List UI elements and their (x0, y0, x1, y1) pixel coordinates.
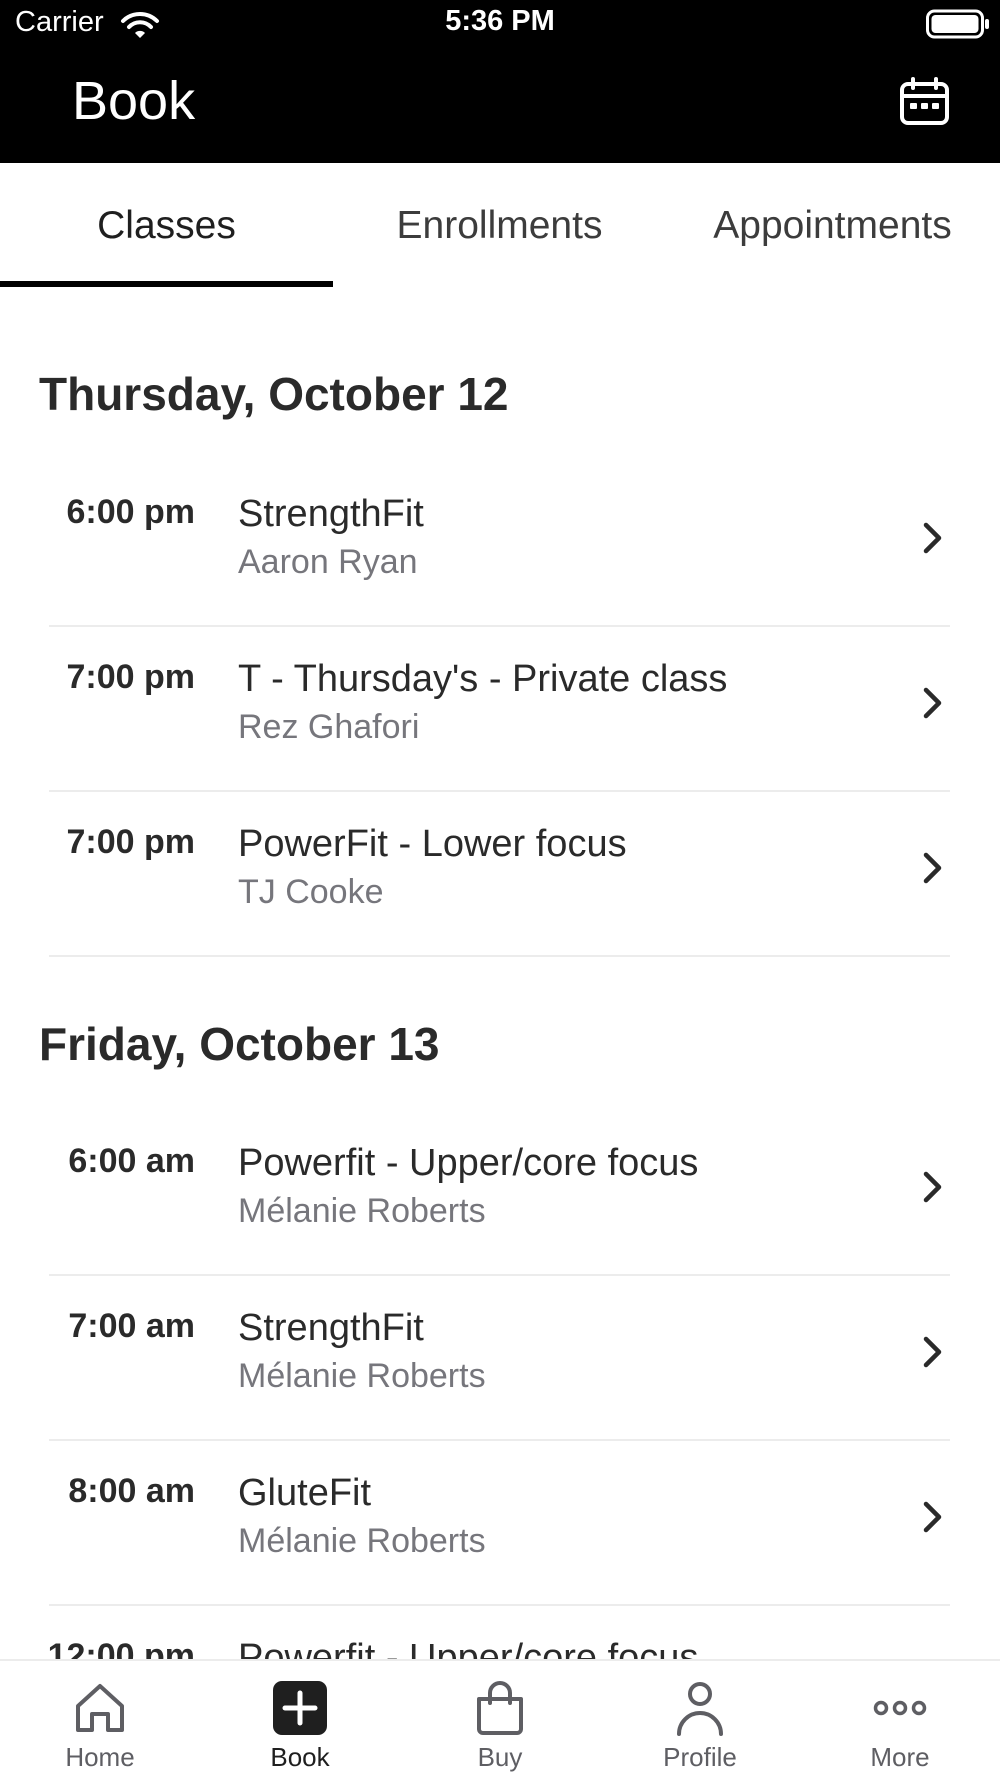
tab-label: Enrollments (396, 204, 603, 247)
chevron-right-icon (923, 852, 942, 884)
class-row[interactable]: 6:00 am Powerfit - Upper/core focus Méla… (0, 1111, 1000, 1276)
class-time: 6:00 pm (66, 493, 196, 531)
row-separator (49, 955, 950, 957)
book-screen: Carrier 5:36 PM Book Classes Enrollments… (0, 0, 1000, 1778)
class-name: GluteFit (238, 1472, 372, 1514)
tab-enrollments[interactable]: Enrollments (333, 163, 666, 291)
battery-icon (926, 9, 990, 39)
bottom-nav-label: Profile (663, 1742, 737, 1772)
class-row[interactable]: 7:00 pm T - Thursday's - Private class R… (0, 627, 1000, 792)
class-instructor: Aaron Ryan (238, 543, 418, 581)
class-list[interactable]: Thursday, October 12 6:00 pm StrengthFit… (0, 291, 1000, 1659)
class-name: T - Thursday's - Private class (238, 658, 728, 700)
tab-label: Appointments (713, 204, 952, 247)
class-time: 12:00 pm (47, 1637, 195, 1659)
bottom-nav-label: Home (65, 1742, 135, 1772)
tab-active-indicator (0, 281, 333, 287)
shopping-bag-icon (477, 1681, 523, 1735)
class-row[interactable]: 7:00 am StrengthFit Mélanie Roberts (0, 1276, 1000, 1441)
class-name: StrengthFit (238, 1307, 424, 1349)
person-icon (677, 1682, 723, 1736)
chevron-right-icon (923, 522, 942, 554)
page-title: Book (72, 71, 196, 131)
day-header: Friday, October 13 (39, 1018, 440, 1070)
calendar-icon[interactable] (898, 76, 954, 128)
tab-classes[interactable]: Classes (0, 163, 333, 291)
home-icon (76, 1684, 124, 1732)
chevron-right-icon (923, 687, 942, 719)
class-instructor: Mélanie Roberts (238, 1192, 486, 1230)
class-name: PowerFit - Lower focus (238, 823, 627, 865)
class-time: 8:00 am (68, 1472, 195, 1510)
class-time: 7:00 pm (66, 658, 196, 696)
class-row[interactable]: 12:00 pm Powerfit - Upper/core focus (0, 1606, 1000, 1659)
class-row[interactable]: 7:00 pm PowerFit - Lower focus TJ Cooke (0, 792, 1000, 957)
class-time: 7:00 pm (66, 823, 196, 861)
bottom-nav-label: Book (270, 1742, 330, 1772)
class-instructor: Mélanie Roberts (238, 1357, 486, 1395)
class-instructor: TJ Cooke (238, 873, 384, 911)
header: Carrier 5:36 PM Book (0, 0, 1000, 163)
chevron-right-icon (923, 1171, 942, 1203)
bottom-nav-profile[interactable]: Profile (600, 1661, 800, 1778)
class-name: Powerfit - Upper/core focus (238, 1637, 699, 1659)
clock: 5:36 PM (445, 5, 555, 37)
tab-appointments[interactable]: Appointments (666, 163, 999, 291)
bottom-nav-more[interactable]: More (800, 1661, 1000, 1778)
bottom-nav-book[interactable]: Book (200, 1661, 400, 1778)
chevron-right-icon (923, 1336, 942, 1368)
bottom-nav-label: Buy (477, 1742, 523, 1772)
class-time: 7:00 am (68, 1307, 195, 1345)
bottom-nav-home[interactable]: Home (0, 1661, 200, 1778)
bottom-nav-buy[interactable]: Buy (400, 1661, 600, 1778)
class-name: Powerfit - Upper/core focus (238, 1142, 699, 1184)
plus-square-icon (273, 1681, 327, 1735)
class-instructor: Mélanie Roberts (238, 1522, 486, 1560)
day-header: Thursday, October 12 (39, 368, 509, 420)
class-row[interactable]: 6:00 pm StrengthFit Aaron Ryan (0, 462, 1000, 627)
bottom-tab-bar: Home Book Buy Profile More (0, 1659, 1000, 1778)
bottom-nav-label: More (870, 1742, 930, 1772)
class-name: StrengthFit (238, 493, 424, 535)
tab-label: Classes (97, 204, 236, 247)
class-time: 6:00 am (68, 1142, 195, 1180)
more-icon (873, 1700, 927, 1716)
chevron-right-icon (923, 1501, 942, 1533)
segment-tabs: Classes Enrollments Appointments (0, 163, 1000, 291)
class-instructor: Rez Ghafori (238, 708, 420, 746)
class-row[interactable]: 8:00 am GluteFit Mélanie Roberts (0, 1441, 1000, 1606)
